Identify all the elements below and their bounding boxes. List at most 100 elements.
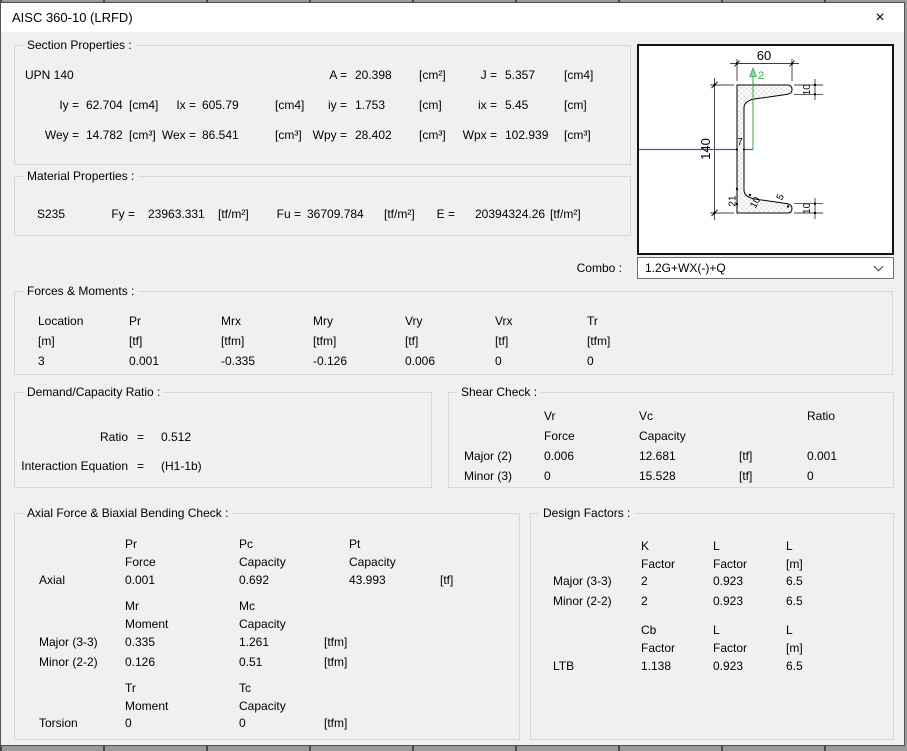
- dim-height-label: 140: [698, 138, 713, 160]
- col-subheader: Force: [544, 429, 575, 443]
- axis-2-label: 2: [758, 70, 764, 82]
- wex-label: Wex =: [162, 128, 196, 142]
- cell-value: 0: [495, 354, 502, 368]
- row-label: Minor (2-2): [553, 594, 612, 608]
- row-label: Major (3-3): [39, 635, 98, 649]
- cell-value: 0.51: [239, 655, 262, 669]
- combo-select[interactable]: 1.2G+WX(-)+Q: [637, 257, 894, 279]
- fy-label: Fy =: [111, 207, 135, 221]
- a-label: A =: [329, 68, 347, 82]
- wex-value: 86.541: [202, 128, 239, 142]
- group-material-properties: Material Properties : S235 Fy = 23963.33…: [14, 176, 631, 236]
- col-header: K: [641, 539, 649, 553]
- close-button[interactable]: ×: [862, 5, 898, 30]
- group-title: Material Properties :: [23, 169, 138, 183]
- cell-value: 6.5: [786, 659, 803, 673]
- iy-unit: [cm4]: [129, 98, 158, 112]
- combo-selected-value: 1.2G+WX(-)+Q: [645, 261, 875, 275]
- fy-unit: [tf/m²]: [218, 207, 249, 221]
- group-section-properties: Section Properties : UPN 140 A = 20.398 …: [14, 45, 631, 165]
- cell-value: 0.923: [713, 659, 743, 673]
- rix-unit: [cm]: [564, 98, 587, 112]
- ratio-value: 0.512: [161, 430, 191, 444]
- row-label: Minor (2-2): [39, 655, 98, 669]
- col-subheader: Factor: [641, 641, 675, 655]
- group-design-factors: Design Factors : K Factor L Factor L [m]…: [530, 513, 894, 740]
- cell-value: 0.923: [713, 594, 743, 608]
- cell-value: 0.001: [807, 449, 837, 463]
- group-title: Design Factors :: [539, 506, 634, 520]
- cell-value: 0: [587, 354, 594, 368]
- cell-value: 0: [807, 469, 814, 483]
- col-header: Vr: [544, 409, 556, 423]
- group-title: Shear Check :: [457, 385, 541, 399]
- cell-value: 0.692: [239, 573, 269, 587]
- ratio-label: Ratio: [100, 430, 128, 444]
- cell-unit: [tfm]: [324, 635, 347, 649]
- col-header: Pt: [349, 537, 360, 551]
- fu-unit: [tf/m²]: [384, 207, 415, 221]
- e-unit: [tf/m²]: [550, 207, 581, 221]
- cell-unit: [tfm]: [324, 716, 347, 730]
- col-header: Cb: [641, 623, 656, 637]
- section-drawing-svg: 60 2 140 7 21 10 5: [639, 46, 892, 253]
- col-subheader: Capacity: [239, 555, 286, 569]
- j-value: 5.357: [505, 68, 535, 82]
- col-header: Vrx: [495, 314, 513, 328]
- col-subheader: Moment: [125, 699, 168, 713]
- row-label: Torsion: [39, 716, 78, 730]
- ix-unit: [cm4]: [275, 98, 304, 112]
- cell-value: 0.923: [713, 574, 743, 588]
- col-subheader: Moment: [125, 617, 168, 631]
- wex-unit: [cm³]: [275, 128, 302, 142]
- cell-value: 0.126: [125, 655, 155, 669]
- dim-flange-bottom-label: 10: [802, 202, 813, 214]
- a-unit: [cm²]: [419, 68, 446, 82]
- row-label: Major (2): [464, 449, 512, 463]
- col-header: Ratio: [807, 409, 835, 423]
- col-header: L: [786, 539, 793, 553]
- col-header: Mry: [313, 314, 333, 328]
- col-header: Tr: [125, 681, 136, 695]
- cell-unit: [tf]: [739, 449, 752, 463]
- j-label: J =: [481, 68, 497, 82]
- cell-unit: [tfm]: [324, 655, 347, 669]
- cell-value: 2: [641, 594, 648, 608]
- col-header: Tc: [239, 681, 251, 695]
- cell-value: 0.001: [129, 354, 159, 368]
- group-shear-check: Shear Check : Vr Force Vc Capacity Ratio…: [448, 392, 894, 488]
- dim-tip-radius-label: 5: [775, 192, 788, 202]
- equals-sign: =: [137, 459, 144, 473]
- col-header: Pr: [129, 314, 141, 328]
- combo-label: Combo :: [577, 261, 622, 275]
- iy-label: Iy =: [59, 98, 79, 112]
- col-subheader: [m]: [786, 557, 803, 571]
- desktop-background: AISC 360-10 (LRFD) × Section Properties …: [0, 0, 907, 751]
- cell-value: 43.993: [349, 573, 386, 587]
- col-unit: [tf]: [405, 334, 418, 348]
- rix-value: 5.45: [505, 98, 528, 112]
- col-unit: [tfm]: [313, 334, 336, 348]
- row-label: Major (3-3): [553, 574, 612, 588]
- cell-value: 6.5: [786, 574, 803, 588]
- window-title: AISC 360-10 (LRFD): [12, 10, 133, 25]
- col-header: Tr: [587, 314, 598, 328]
- cell-value: 12.681: [639, 449, 676, 463]
- cell-value: 0: [125, 716, 132, 730]
- wpy-label: Wpy =: [313, 128, 347, 142]
- cell-value: -0.335: [221, 354, 255, 368]
- col-subheader: Capacity: [239, 699, 286, 713]
- group-title: Axial Force & Biaxial Bending Check :: [23, 506, 232, 520]
- e-value: 20394324.26: [475, 207, 545, 221]
- col-header: Vc: [639, 409, 653, 423]
- close-icon: ×: [875, 9, 884, 26]
- col-subheader: [m]: [786, 641, 803, 655]
- col-unit: [tfm]: [587, 334, 610, 348]
- col-subheader: Capacity: [349, 555, 396, 569]
- cell-value: 6.5: [786, 594, 803, 608]
- equals-sign: =: [137, 430, 144, 444]
- col-header: Vry: [405, 314, 423, 328]
- cell-value: 0.006: [544, 449, 574, 463]
- wey-unit: [cm³]: [129, 128, 156, 142]
- wey-label: Wey =: [45, 128, 79, 142]
